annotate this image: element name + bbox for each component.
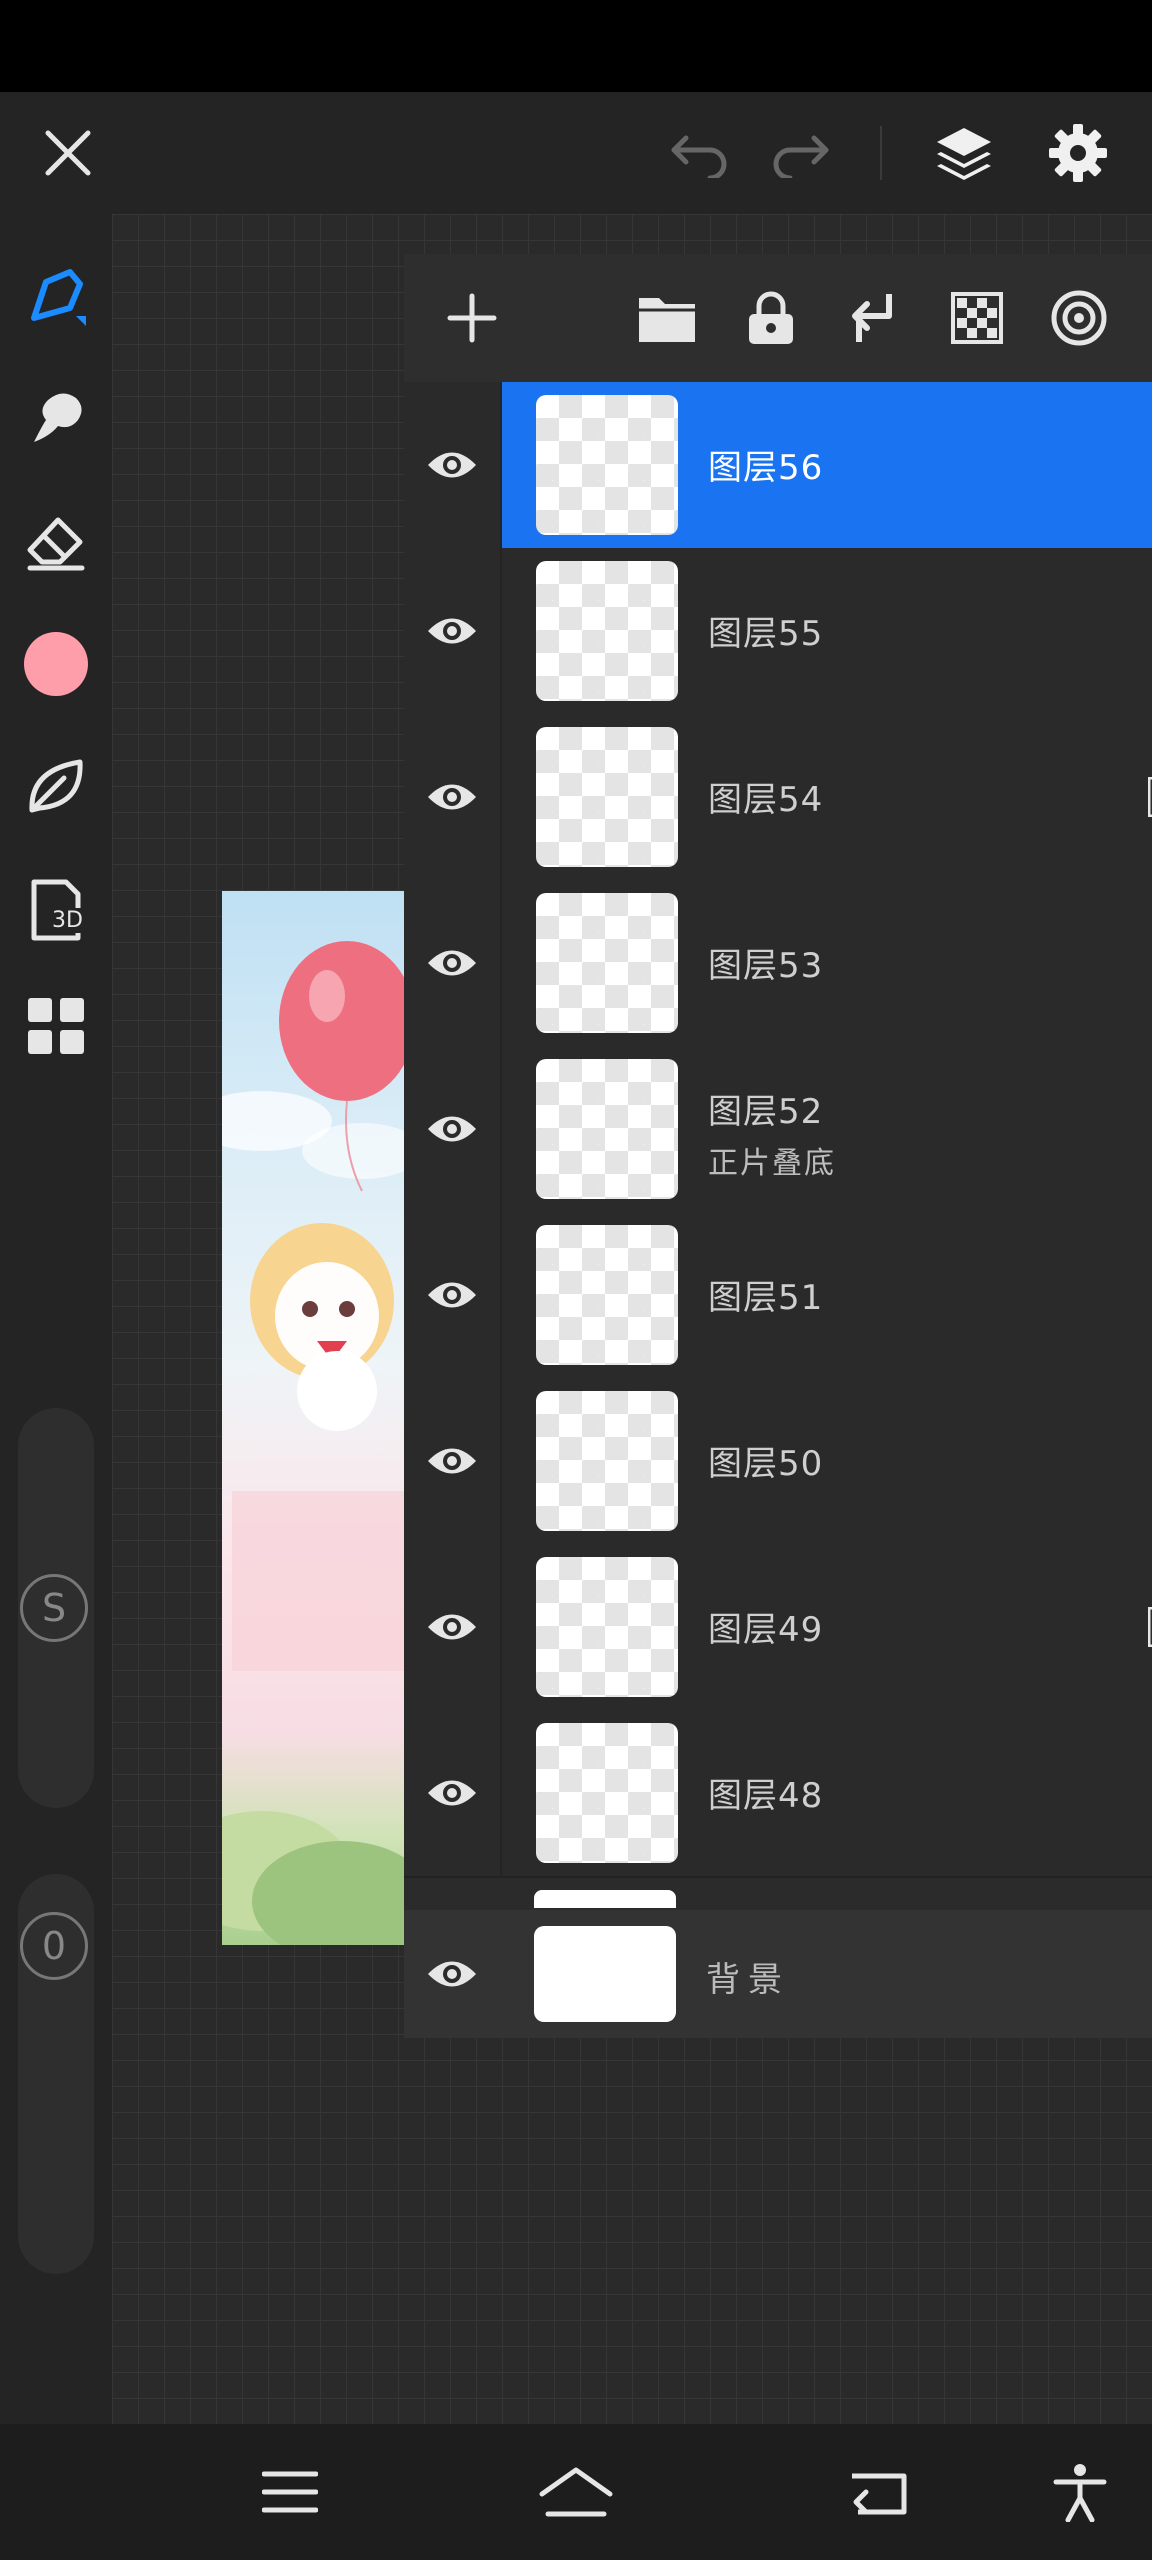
layer-name: 图层55 — [708, 614, 824, 654]
alpha-lock-icon — [1147, 1606, 1152, 1651]
size-slider-label: S — [20, 1574, 88, 1642]
eye-icon[interactable] — [404, 880, 500, 1046]
layer-thumbnail — [536, 893, 678, 1033]
close-icon[interactable] — [24, 92, 112, 214]
undo-icon[interactable] — [656, 92, 744, 214]
layer-row[interactable]: 图层48 — [404, 1710, 1152, 1878]
opacity-slider-label: 0 — [20, 1912, 88, 1980]
eye-icon[interactable] — [404, 548, 500, 714]
add-layer-icon[interactable] — [432, 254, 512, 382]
layer-name: 图层51 — [708, 1278, 824, 1318]
eye-icon[interactable] — [404, 1910, 500, 2038]
layer-thumbnail — [536, 561, 678, 701]
layer-body: 图层53 — [500, 880, 1152, 1046]
top-bar — [0, 92, 1152, 214]
layer-name: 图层53 — [708, 946, 824, 986]
layer-name: 图层52 — [708, 1092, 824, 1132]
folder-icon[interactable] — [622, 254, 712, 382]
home-icon[interactable] — [526, 2424, 626, 2560]
3d-badge: 3D — [50, 908, 85, 933]
layer-name: 图层49 — [708, 1610, 824, 1650]
eye-icon[interactable] — [404, 1544, 500, 1710]
leaf-icon[interactable] — [0, 736, 112, 836]
3d-icon[interactable]: 3D — [0, 860, 112, 960]
gear-icon[interactable] — [1034, 92, 1122, 214]
size-slider[interactable]: S — [18, 1408, 94, 1808]
layer-thumbnail — [536, 727, 678, 867]
layer-row[interactable]: 图层56 — [404, 382, 1152, 550]
layer-body: 图层51 — [500, 1212, 1152, 1378]
layer-body: 图层56 — [500, 382, 1152, 548]
layer-name: 图层50 — [708, 1444, 824, 1484]
layer-row[interactable]: 图层51 — [404, 1212, 1152, 1380]
layer-blend-mode: 正片叠底 — [708, 1146, 836, 1181]
system-nav-bar — [0, 2424, 1152, 2560]
smudge-icon[interactable] — [0, 368, 112, 468]
layer-body: 图层48 — [500, 1710, 1152, 1876]
grid-icon[interactable] — [0, 976, 112, 1076]
eraser-icon[interactable] — [0, 492, 112, 592]
layers-toolbar — [404, 254, 1152, 384]
left-toolbar: 3D S 0 — [0, 214, 112, 2424]
layer-row[interactable]: 图层54 — [404, 714, 1152, 882]
eye-icon[interactable] — [404, 1378, 500, 1544]
eye-icon[interactable] — [404, 1046, 500, 1212]
accessibility-icon[interactable] — [1030, 2424, 1130, 2560]
back-icon[interactable] — [828, 2424, 928, 2560]
background-layer-name: 背景 — [706, 1960, 790, 2000]
layer-body: 图层49 — [500, 1544, 1152, 1710]
eye-icon[interactable] — [404, 382, 500, 548]
layer-body: 图层50 — [500, 1378, 1152, 1544]
divider — [880, 126, 882, 180]
merge-down-icon[interactable] — [828, 254, 918, 382]
layer-name: 图层56 — [708, 448, 824, 488]
status-bar — [0, 0, 1152, 92]
redo-icon[interactable] — [756, 92, 844, 214]
layer-name: 图层48 — [708, 1776, 824, 1816]
eye-icon[interactable] — [404, 714, 500, 880]
opacity-slider[interactable]: 0 — [18, 1874, 94, 2274]
lock-icon[interactable] — [726, 254, 816, 382]
layer-thumbnail — [536, 395, 678, 535]
background-layer-body: 背景 — [500, 1910, 1152, 2038]
layer-thumbnail — [536, 1225, 678, 1365]
layer-row[interactable]: 图层55 — [404, 548, 1152, 716]
layer-thumbnail — [536, 1391, 678, 1531]
blend-icon[interactable] — [1034, 254, 1124, 382]
background-thumbnail — [534, 1926, 676, 2022]
layer-thumbnail — [536, 1059, 678, 1199]
menu-icon[interactable] — [240, 2424, 340, 2560]
layer-thumbnail — [536, 1557, 678, 1697]
layers-panel: 图层56 图层55 图层54 图层53 图层52 正片叠底图层51 图层50 图层49 图层48… — [404, 254, 1152, 2038]
background-layer-row[interactable]: 背景 — [404, 1910, 1152, 2038]
layer-row[interactable]: 图层52 正片叠底 — [404, 1046, 1152, 1214]
eye-icon[interactable] — [404, 1710, 500, 1876]
color-swatch[interactable] — [0, 614, 112, 714]
current-color — [24, 632, 88, 696]
pen-icon[interactable] — [0, 246, 112, 346]
layer-body: 图层54 — [500, 714, 1152, 880]
layer-body: 图层55 — [500, 548, 1152, 714]
layer-thumbnail — [536, 1723, 678, 1863]
layer-row[interactable]: 图层53 — [404, 880, 1152, 1048]
layer-row[interactable]: 图层49 — [404, 1544, 1152, 1712]
alpha-lock-icon — [1147, 776, 1152, 821]
artwork-illustration — [222, 941, 404, 1945]
layer-name: 图层54 — [708, 780, 824, 820]
layer-body: 图层52 正片叠底 — [500, 1046, 1152, 1212]
eye-icon[interactable] — [404, 1212, 500, 1378]
transparency-icon[interactable] — [932, 254, 1022, 382]
artwork-canvas[interactable] — [222, 891, 404, 1945]
layer-row[interactable]: 图层50 — [404, 1378, 1152, 1546]
layers-icon[interactable] — [920, 92, 1008, 214]
